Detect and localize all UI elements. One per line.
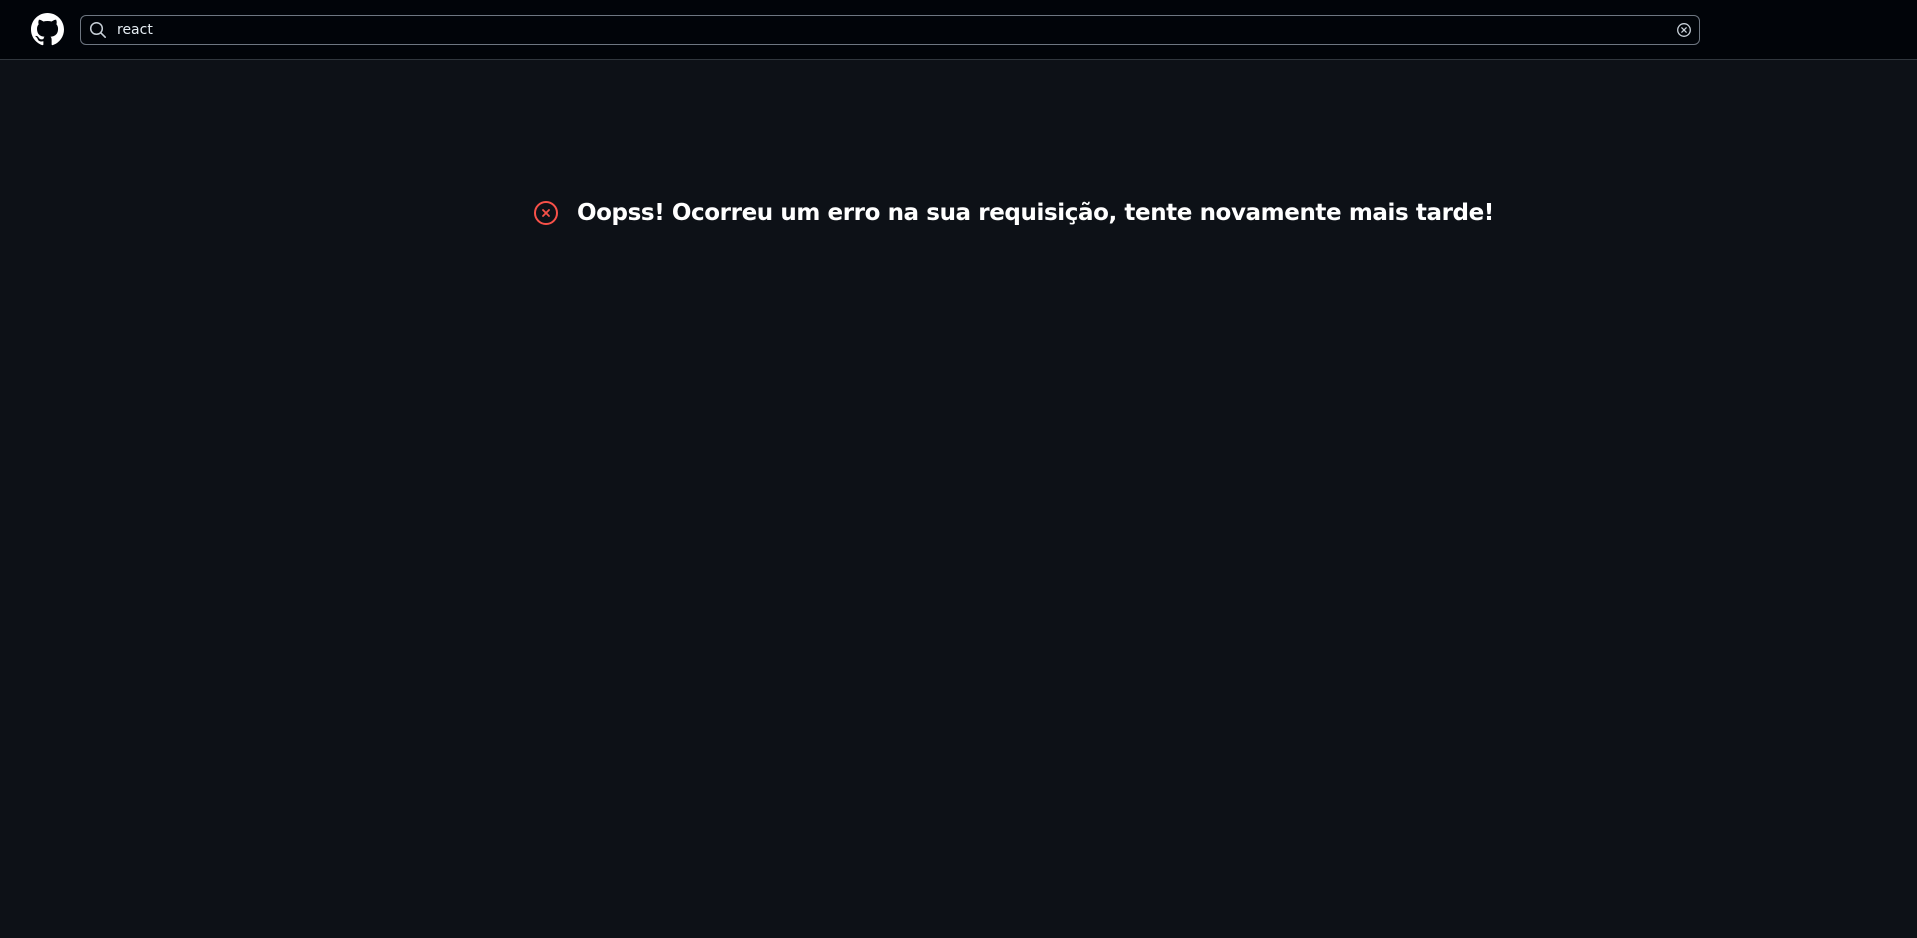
x-circle-icon xyxy=(533,200,559,226)
search-icon xyxy=(89,21,107,39)
search-input[interactable] xyxy=(117,16,1637,44)
search-box[interactable] xyxy=(80,15,1700,45)
error-message-row: Oopss! Ocorreu um erro na sua requisição… xyxy=(533,196,1494,230)
top-header xyxy=(0,0,1917,60)
clear-circle-icon[interactable] xyxy=(1676,22,1692,38)
error-message-text: Oopss! Ocorreu um erro na sua requisição… xyxy=(577,200,1494,226)
github-icon[interactable] xyxy=(31,13,64,46)
